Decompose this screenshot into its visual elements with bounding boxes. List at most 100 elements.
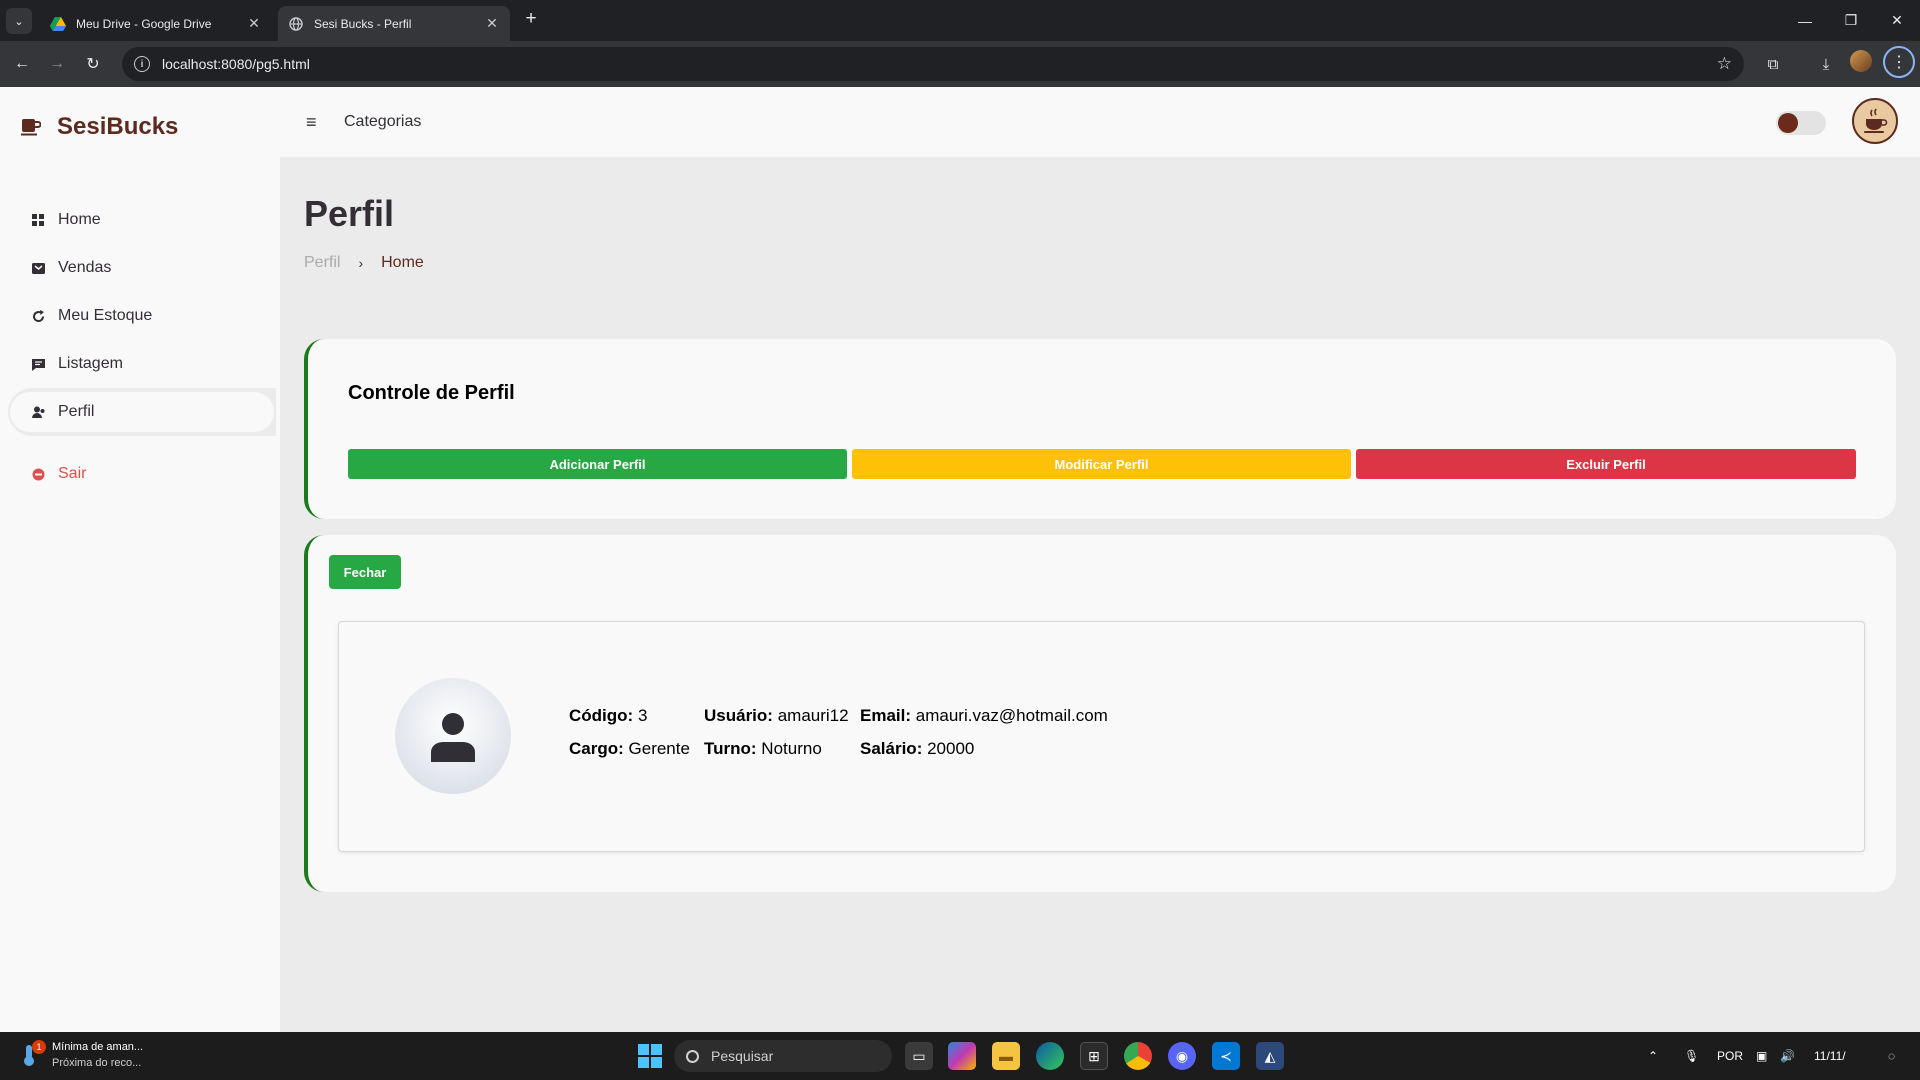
file-explorer-icon[interactable]: ▬ <box>992 1042 1020 1070</box>
site-info-icon[interactable]: i <box>134 56 150 72</box>
restore-icon[interactable]: ❐ <box>1828 0 1874 41</box>
tab-google-drive[interactable]: Meu Drive - Google Drive ✕ <box>40 6 272 41</box>
field-value: Gerente <box>628 739 690 758</box>
tray-overflow-icon[interactable]: ⌃ <box>1648 1032 1658 1080</box>
tab-sesi-bucks[interactable]: Sesi Bucks - Perfil ✕ <box>278 6 510 41</box>
url-text[interactable]: localhost:8080/pg5.html <box>162 56 1717 72</box>
coffee-avatar-icon <box>1864 108 1888 133</box>
address-bar[interactable]: i localhost:8080/pg5.html ☆ <box>122 47 1744 81</box>
forward-arrow-icon[interactable]: → <box>45 52 69 76</box>
brand-name: SesiBucks <box>57 113 179 140</box>
close-window-icon[interactable]: ✕ <box>1874 0 1920 41</box>
top-navbar: ≡ Categorias <box>280 87 1920 157</box>
brand[interactable]: SesiBucks <box>20 107 178 147</box>
browser-menu-icon[interactable]: ⋮ <box>1883 46 1915 78</box>
breadcrumb-item-active[interactable]: Home <box>381 254 424 272</box>
sidebar-item-label: Meu Estoque <box>58 307 153 324</box>
field-cargo: Cargo: Gerente <box>569 739 704 759</box>
coffee-cup-icon <box>20 116 42 138</box>
sidebar-item-perfil[interactable]: Perfil <box>8 388 276 436</box>
back-arrow-icon[interactable]: ← <box>10 52 34 76</box>
store-icon[interactable]: ⊞ <box>1080 1042 1108 1070</box>
language-indicator[interactable]: POR <box>1717 1032 1743 1080</box>
breadcrumb-item[interactable]: Perfil <box>304 254 340 272</box>
microphone-icon[interactable]: 🎙 <box>1684 1032 1699 1080</box>
message-icon <box>30 356 46 372</box>
field-value: 20000 <box>927 739 975 758</box>
field-label: Turno: <box>704 739 757 758</box>
field-value: amauri.vaz@hotmail.com <box>915 706 1108 725</box>
globe-icon <box>288 16 304 32</box>
field-turno: Turno: Noturno <box>704 739 860 759</box>
close-tab-icon[interactable]: ✕ <box>484 15 500 32</box>
search-placeholder: Pesquisar <box>711 1048 774 1064</box>
notification-badge: 1 <box>32 1040 46 1054</box>
bookmark-star-icon[interactable]: ☆ <box>1717 54 1732 74</box>
sidebar-item-label: Vendas <box>58 259 112 276</box>
breadcrumb: Perfil › Home <box>304 254 424 272</box>
weather-title: Mínima de aman... <box>52 1041 144 1053</box>
toggle-knob <box>1778 113 1798 133</box>
minimize-icon[interactable]: — <box>1782 0 1828 41</box>
copilot-icon[interactable] <box>948 1042 976 1070</box>
sidebar-item-meu-estoque[interactable]: Meu Estoque <box>8 292 276 340</box>
windows-start-icon[interactable] <box>638 1044 662 1068</box>
weather-widget[interactable]: 1 Mínima de aman... Próxima do reco... <box>18 1039 143 1071</box>
download-icon[interactable]: ⤓ <box>1814 52 1838 76</box>
sidebar-item-label: Sair <box>58 465 87 482</box>
edge-icon[interactable] <box>1036 1042 1064 1070</box>
volume-icon[interactable]: 🔊 <box>1780 1032 1795 1080</box>
notifications-icon[interactable]: ◌ <box>1888 1032 1895 1080</box>
card-title: Controle de Perfil <box>348 382 515 404</box>
sidebar-item-label: Listagem <box>58 355 123 372</box>
side-menu: Home Vendas Meu Estoque Listagem Perfil … <box>0 196 280 498</box>
thermometer-icon: 1 <box>18 1040 46 1067</box>
extensions-icon[interactable]: ⧉ <box>1761 52 1785 76</box>
dashboard-icon <box>30 212 46 228</box>
sidebar-item-vendas[interactable]: Vendas <box>8 244 276 292</box>
network-icon[interactable]: ▣ <box>1756 1032 1767 1080</box>
field-value: Noturno <box>761 739 822 758</box>
active-pill <box>10 392 274 432</box>
action-buttons: Adicionar Perfil Modificar Perfil Exclui… <box>348 449 1856 479</box>
field-value: amauri12 <box>777 706 849 725</box>
delete-profile-button[interactable]: Excluir Perfil <box>1356 449 1856 479</box>
field-label: Email: <box>860 706 912 725</box>
main-content: Perfil Perfil › Home Controle de Perfil … <box>280 157 1920 1032</box>
user-silhouette-icon <box>431 713 475 762</box>
tab-title: Meu Drive - Google Drive <box>76 16 212 31</box>
modify-profile-button[interactable]: Modificar Perfil <box>852 449 1351 479</box>
profile-box: Código: 3 Usuário: amauri12 Email: amaur… <box>338 621 1865 852</box>
tab-search-button[interactable]: ⌄ <box>6 8 32 34</box>
chevron-right-icon: › <box>358 255 364 271</box>
user-icon <box>30 404 46 420</box>
reload-icon[interactable]: ↻ <box>81 52 105 76</box>
clock-date[interactable]: 11/11/ <box>1814 1032 1846 1080</box>
web-page: SesiBucks Home Vendas Meu Estoque Listag… <box>0 87 1920 1032</box>
vscode-icon[interactable]: ≺ <box>1212 1042 1240 1070</box>
logout-icon <box>30 466 46 482</box>
sidebar-item-home[interactable]: Home <box>8 196 276 244</box>
menu-toggle-icon[interactable]: ≡ <box>306 112 317 133</box>
close-button[interactable]: Fechar <box>329 555 401 589</box>
user-avatar[interactable] <box>1852 98 1898 144</box>
browser-profile-avatar[interactable] <box>1850 50 1872 72</box>
discord-icon[interactable]: ◉ <box>1168 1042 1196 1070</box>
task-view-icon[interactable]: ▭ <box>905 1042 933 1070</box>
shopping-bag-icon <box>30 260 46 276</box>
categories-link[interactable]: Categorias <box>344 113 421 131</box>
sidebar-item-sair[interactable]: Sair <box>8 450 276 498</box>
weather-text: Mínima de aman... Próxima do reco... <box>52 1039 143 1071</box>
sidebar-item-label: Home <box>58 211 101 228</box>
sidebar-item-listagem[interactable]: Listagem <box>8 340 276 388</box>
taskbar-search[interactable]: Pesquisar <box>674 1040 892 1072</box>
chrome-icon[interactable] <box>1124 1042 1152 1070</box>
weather-subtitle: Próxima do reco... <box>52 1057 142 1069</box>
theme-toggle[interactable] <box>1776 111 1826 135</box>
workbench-icon[interactable]: ◭ <box>1256 1042 1284 1070</box>
add-profile-button[interactable]: Adicionar Perfil <box>348 449 847 479</box>
close-tab-icon[interactable]: ✕ <box>246 15 262 32</box>
tab-title: Sesi Bucks - Perfil <box>314 16 412 31</box>
field-label: Salário: <box>860 739 923 758</box>
new-tab-button[interactable]: + <box>520 9 542 31</box>
